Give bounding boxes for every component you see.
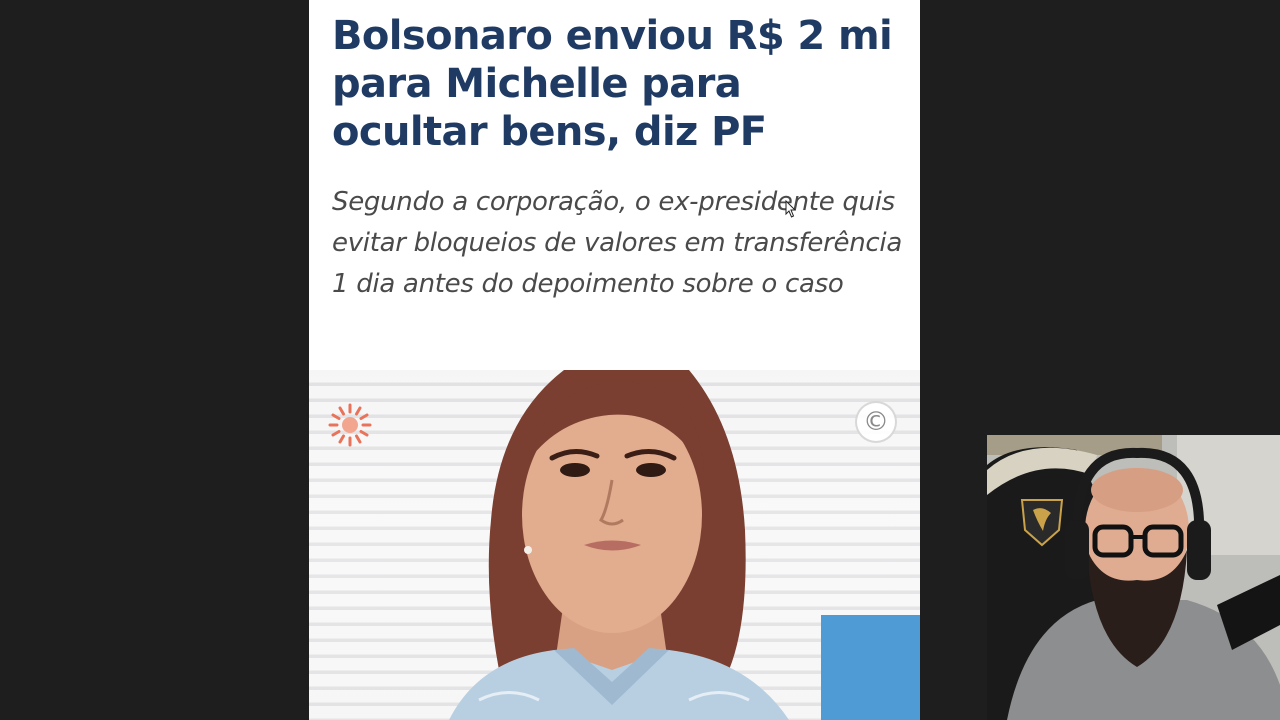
article-subtitle: Segundo a corporação, o ex-presidente qu…	[332, 187, 902, 299]
article-photo[interactable]: ©	[309, 370, 920, 720]
sun-logo-icon	[328, 403, 372, 447]
copyright-icon[interactable]: ©	[855, 401, 897, 443]
mouse-cursor-icon	[785, 200, 797, 218]
blue-panel	[821, 615, 920, 720]
webcam-overlay	[987, 435, 1280, 720]
portrait-illustration	[449, 370, 920, 720]
news-article-card: Bolsonaro enviou R$ 2 mi para Michelle p…	[309, 0, 920, 720]
screen: Bolsonaro enviou R$ 2 mi para Michelle p…	[0, 0, 1280, 720]
article-headline[interactable]: Bolsonaro enviou R$ 2 mi para Michelle p…	[332, 12, 902, 156]
streamer-webcam-illustration	[987, 435, 1280, 720]
